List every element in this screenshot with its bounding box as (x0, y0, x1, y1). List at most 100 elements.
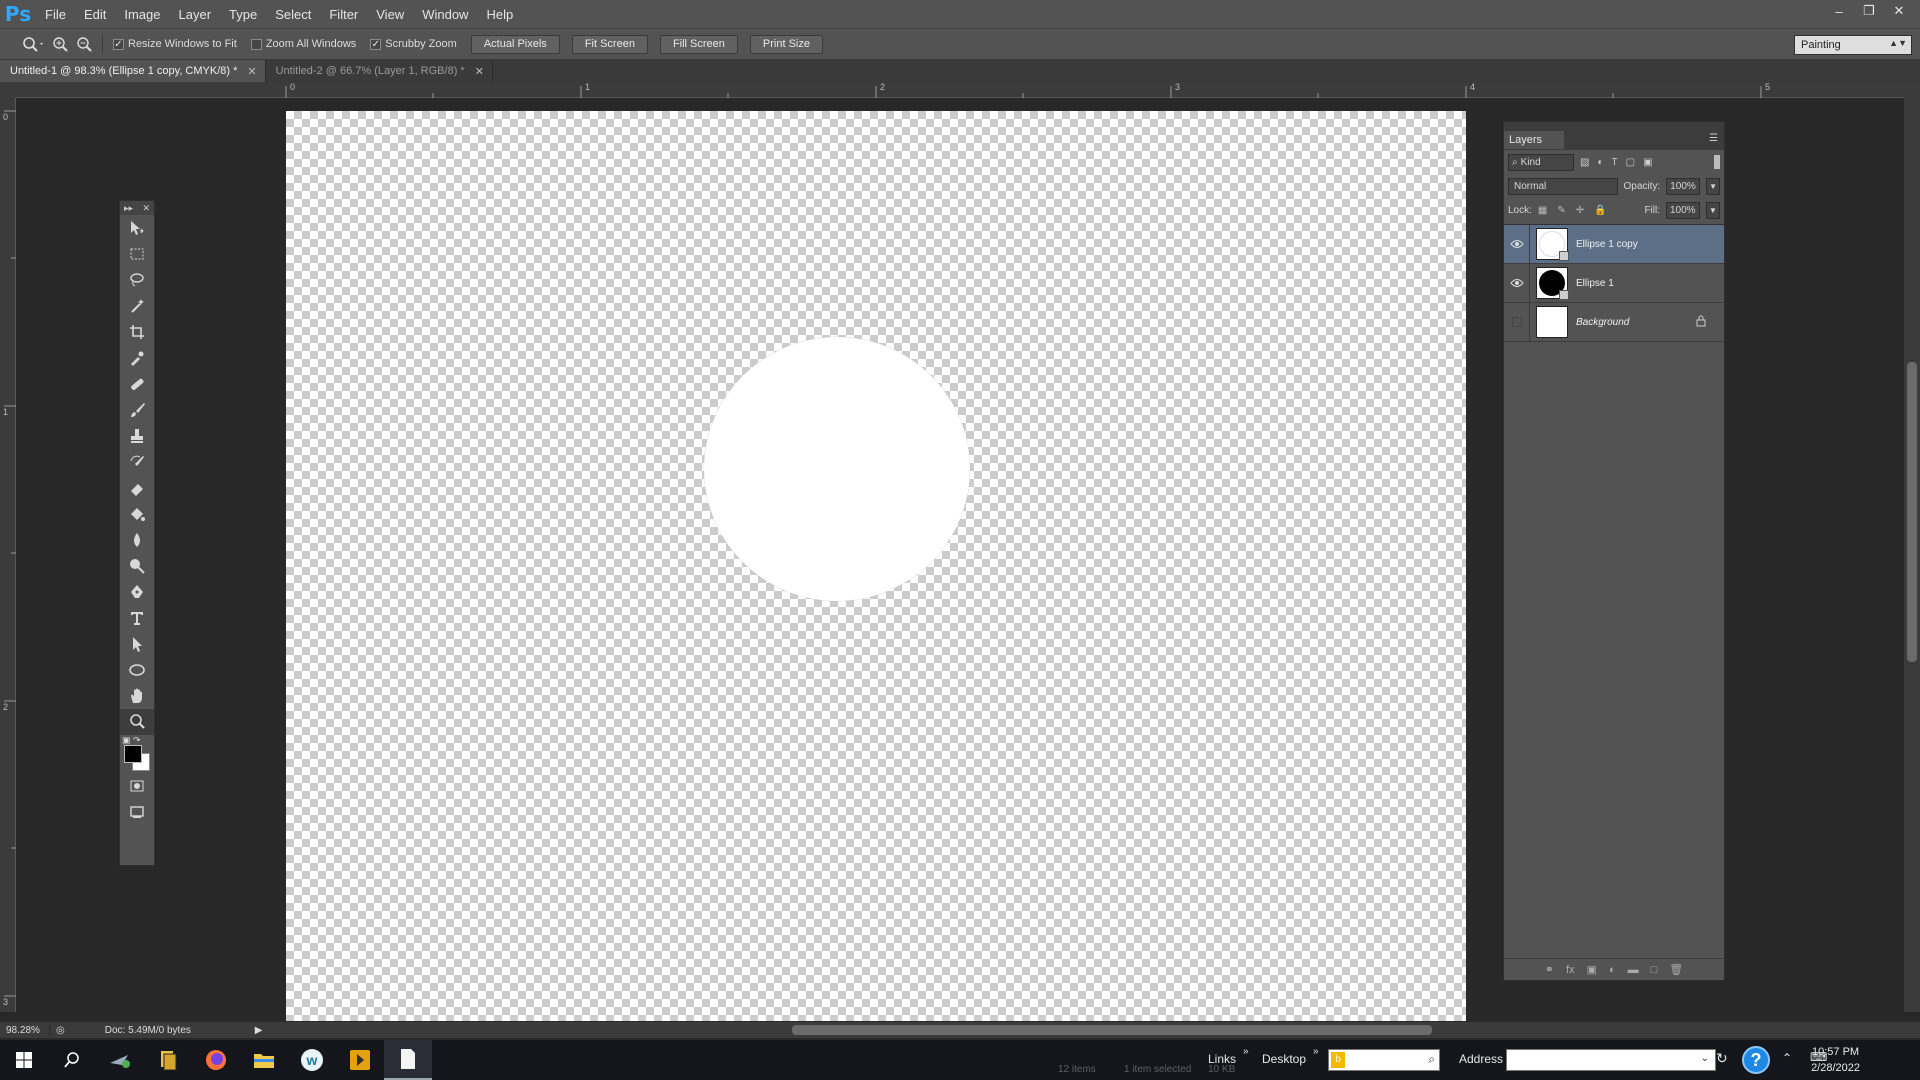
firefox-icon[interactable] (192, 1040, 240, 1080)
horizontal-scrollbar[interactable] (262, 1024, 1902, 1036)
type-tool-icon[interactable] (120, 605, 154, 631)
menu-image[interactable]: Image (115, 7, 169, 22)
visibility-eye-icon[interactable] (1504, 224, 1530, 264)
zoom-in-icon[interactable] (52, 36, 68, 52)
new-layer-icon[interactable]: □ (1651, 964, 1658, 976)
layer-name[interactable]: Ellipse 1 copy (1576, 239, 1638, 250)
restore-icon[interactable]: ❐ (1858, 2, 1880, 20)
chevron-icon[interactable]: » (1313, 1046, 1319, 1057)
close-tab-icon[interactable]: ✕ (247, 65, 256, 78)
collapse-icon[interactable]: ▸▸ (124, 203, 133, 214)
foreground-color-swatch[interactable] (124, 745, 142, 763)
start-button[interactable] (0, 1040, 48, 1080)
app-notepad-icon[interactable] (384, 1040, 432, 1080)
ellipse-shape[interactable] (704, 337, 970, 601)
fx-icon[interactable]: fx (1566, 964, 1575, 976)
blur-tool-icon[interactable] (120, 527, 154, 553)
app-plane-icon[interactable] (96, 1040, 144, 1080)
new-group-icon[interactable]: ▬ (1628, 964, 1639, 976)
document-canvas[interactable] (286, 111, 1466, 1021)
tab-layers[interactable]: Layers (1504, 131, 1564, 149)
screen-mode-icon[interactable] (120, 799, 154, 825)
checkbox-unchecked[interactable] (250, 38, 262, 50)
zoom-all-windows-checkbox[interactable]: Zoom All Windows (250, 38, 356, 50)
zoom-out-icon[interactable] (76, 36, 92, 52)
layer-kind-filter[interactable]: ⌕ Kind (1508, 153, 1574, 171)
ellipse-tool-icon[interactable] (120, 657, 154, 683)
menu-layer[interactable]: Layer (170, 7, 221, 22)
search-icon[interactable]: ⌕ (1428, 1052, 1435, 1067)
chevron-down-icon[interactable]: ⌄ (1701, 1053, 1709, 1064)
menu-file[interactable]: File (36, 7, 75, 22)
eyedropper-tool-icon[interactable] (120, 345, 154, 371)
brush-tool-icon[interactable] (120, 397, 154, 423)
help-icon[interactable]: ? (1742, 1046, 1770, 1074)
panel-titlebar[interactable] (1504, 122, 1724, 130)
layer-name[interactable]: Background (1576, 317, 1629, 328)
tray-chevron-up-icon[interactable]: ⌃ (1782, 1051, 1792, 1065)
horizontal-ruler[interactable]: 0 1 2 3 4 5 (16, 82, 1904, 98)
menu-type[interactable]: Type (220, 7, 266, 22)
file-explorer-icon[interactable] (240, 1040, 288, 1080)
resize-windows-checkbox[interactable]: ✓ Resize Windows to Fit (113, 38, 237, 50)
links-toolbar[interactable]: Links (1208, 1052, 1236, 1066)
tab-untitled-2[interactable]: Untitled-2 @ 66.7% (Layer 1, RGB/8) * ✕ (266, 60, 493, 82)
adjustment-filter-icon[interactable]: ◐ (1597, 157, 1603, 168)
fit-screen-button[interactable]: Fit Screen (571, 34, 648, 54)
blend-mode-select[interactable]: Normal (1508, 177, 1618, 195)
layer-background[interactable]: Background (1504, 302, 1724, 342)
history-brush-tool-icon[interactable] (120, 449, 154, 475)
checkbox-checked[interactable]: ✓ (370, 38, 382, 50)
horizontal-scroll-thumb[interactable] (792, 1025, 1432, 1035)
address-input[interactable]: ⌄ (1506, 1049, 1716, 1071)
lock-position-icon[interactable]: ✛ (1576, 205, 1584, 216)
opacity-field[interactable]: 100% (1666, 177, 1701, 195)
app-plex-icon[interactable] (336, 1040, 384, 1080)
hand-tool-icon[interactable] (120, 683, 154, 709)
pixel-filter-icon[interactable]: ▨ (1580, 157, 1589, 168)
crop-tool-icon[interactable] (120, 319, 154, 345)
healing-brush-tool-icon[interactable] (120, 371, 154, 397)
menu-window[interactable]: Window (413, 7, 477, 22)
vertical-ruler[interactable]: 0 1 2 3 (0, 98, 16, 1012)
print-size-button[interactable]: Print Size (749, 34, 823, 54)
close-tab-icon[interactable]: ✕ (475, 65, 484, 78)
type-filter-icon[interactable]: T (1612, 157, 1618, 168)
add-mask-icon[interactable]: ▣ (1587, 963, 1597, 976)
visibility-toggle-empty[interactable] (1504, 302, 1530, 342)
menu-select[interactable]: Select (266, 7, 320, 22)
clock[interactable]: 10:57 PM 2/28/2022 (1811, 1044, 1860, 1076)
tab-untitled-1[interactable]: Untitled-1 @ 98.3% (Ellipse 1 copy, CMYK… (0, 60, 266, 82)
smart-object-filter-icon[interactable]: ▣ (1643, 157, 1652, 168)
lock-image-icon[interactable]: ✎ (1557, 205, 1565, 216)
magic-wand-tool-icon[interactable] (120, 293, 154, 319)
layer-name[interactable]: Ellipse 1 (1576, 278, 1614, 289)
filter-toggle-icon[interactable] (1714, 155, 1720, 169)
lock-all-icon[interactable]: 🔒 (1594, 205, 1606, 216)
visibility-eye-icon[interactable] (1504, 263, 1530, 303)
zoom-tool-icon[interactable] (120, 709, 154, 735)
layer-ellipse-1[interactable]: Ellipse 1 (1504, 263, 1724, 303)
clone-stamp-tool-icon[interactable] (120, 423, 154, 449)
layer-thumbnail[interactable] (1536, 267, 1569, 300)
menu-help[interactable]: Help (477, 7, 522, 22)
close-icon[interactable]: ✕ (142, 203, 150, 214)
eraser-tool-icon[interactable] (120, 475, 154, 501)
move-tool-icon[interactable] (120, 215, 154, 241)
pen-tool-icon[interactable] (120, 579, 154, 605)
zoom-preset-icon[interactable] (22, 36, 44, 52)
delete-layer-icon[interactable]: 🗑 (1669, 963, 1683, 976)
menu-filter[interactable]: Filter (320, 7, 367, 22)
quick-mask-icon[interactable] (120, 773, 154, 799)
opacity-dropdown-icon[interactable]: ▼ (1706, 177, 1720, 195)
ruler-corner[interactable] (0, 82, 16, 98)
dodge-tool-icon[interactable] (120, 553, 154, 579)
adjustment-layer-icon[interactable]: ◐ (1609, 964, 1616, 976)
chevron-icon[interactable]: » (1243, 1046, 1249, 1057)
fill-dropdown-icon[interactable]: ▼ (1706, 201, 1720, 219)
layer-ellipse-1-copy[interactable]: Ellipse 1 copy (1504, 224, 1724, 264)
layer-thumbnail[interactable] (1536, 306, 1568, 338)
path-selection-tool-icon[interactable] (120, 631, 154, 657)
bing-search-input[interactable]: b ⌕ (1328, 1049, 1440, 1071)
lock-transparent-icon[interactable]: ▦ (1538, 205, 1547, 216)
